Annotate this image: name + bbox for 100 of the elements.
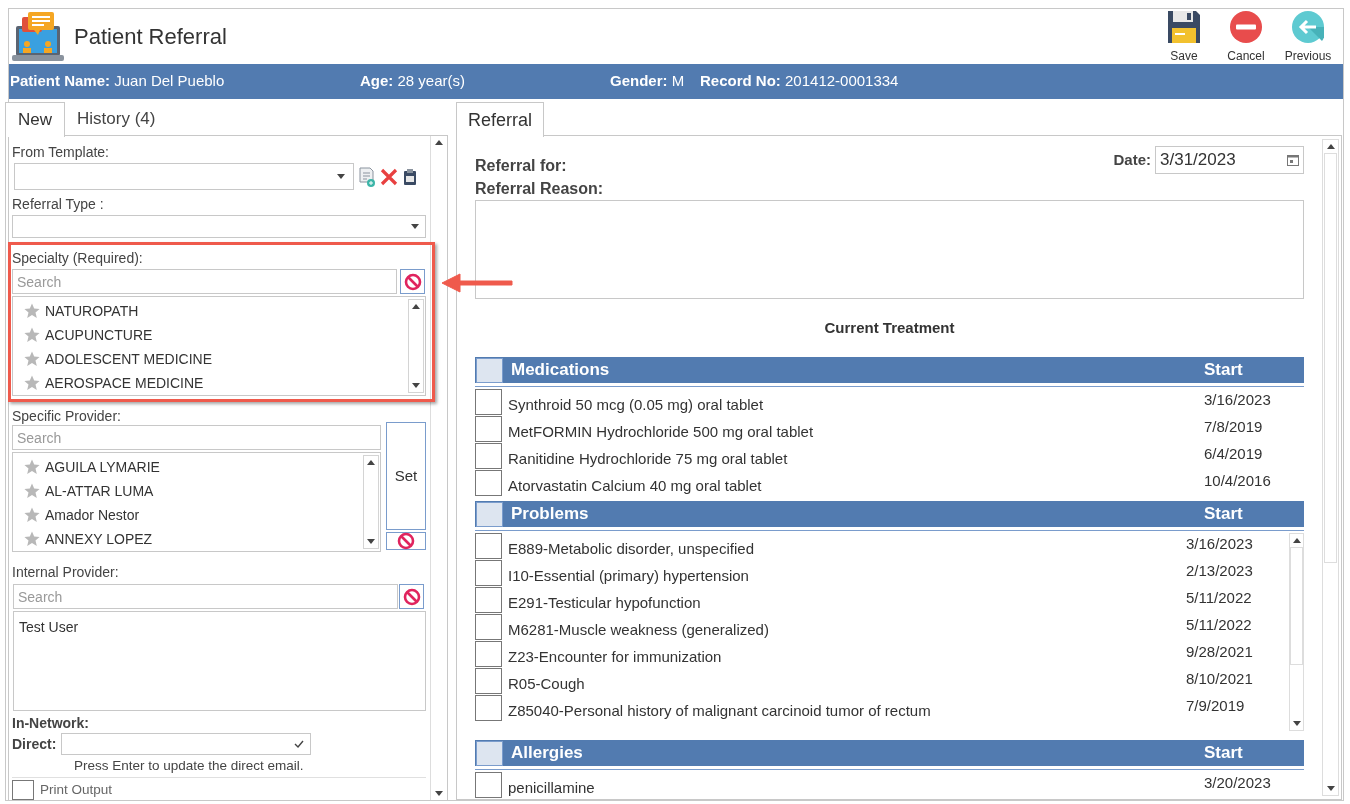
caret-icon — [337, 174, 345, 179]
scroll-down-icon — [367, 539, 375, 544]
scrollbar[interactable] — [1322, 139, 1339, 796]
internal-provider-box[interactable]: Test User — [13, 611, 426, 711]
search-field[interactable]: Search — [13, 584, 398, 609]
checkbox[interactable] — [12, 780, 34, 801]
calendar-icon — [1287, 154, 1299, 166]
field-label: Direct: — [12, 734, 57, 754]
provider-item[interactable]: AL-ATTAR LUMA — [24, 479, 363, 503]
field-label: In-Network: — [12, 715, 90, 731]
clipboard-icon[interactable] — [403, 167, 417, 186]
section-header: Problems Start — [475, 501, 1304, 530]
row-checkbox[interactable] — [475, 668, 502, 694]
document-add-icon[interactable] — [359, 166, 375, 187]
specialty-item[interactable]: NATUROPATH — [24, 299, 408, 323]
cancel-button[interactable]: Cancel — [1219, 10, 1273, 65]
row-checkbox[interactable] — [475, 641, 502, 667]
field-label: Date: — [1113, 149, 1151, 170]
clear-button[interactable] — [386, 532, 426, 550]
clear-icon — [403, 272, 422, 291]
date-text: 7/8/2019 — [1204, 418, 1264, 435]
date-text: 5/11/2022 — [1186, 616, 1253, 633]
section-header: Allergies Start — [475, 740, 1304, 769]
field-label: From Template: — [12, 144, 110, 160]
row-text: I10-Essential (primary) hypertension — [508, 567, 749, 584]
date-text: 8/10/2021 — [1186, 670, 1254, 687]
row-text: Ranitidine Hydrochloride 75 mg oral tablet — [508, 450, 788, 467]
date-text: 9/28/2021 — [1186, 643, 1254, 660]
patient-name-text: Patient Name: Juan Del Pueblo — [10, 71, 225, 92]
search-field[interactable]: Search — [12, 269, 397, 294]
tab[interactable]: New — [5, 102, 65, 137]
clear-icon — [402, 587, 421, 606]
no-entry-icon — [1230, 10, 1262, 43]
date-text: 3/16/2023 — [1204, 391, 1272, 408]
scroll-up-icon — [435, 140, 443, 145]
scroll-thumb[interactable] — [1290, 547, 1303, 665]
row-checkbox[interactable] — [475, 587, 502, 613]
direct-email-field[interactable] — [61, 733, 312, 755]
row-text: E291-Testicular hypofunction — [508, 594, 701, 611]
date-text: 3/16/2023 — [1186, 535, 1254, 552]
row-text: Z85040-Personal history of malignant carcinoid tumor of rectum — [508, 702, 931, 719]
specialty-item[interactable]: ADOLESCENT MEDICINE — [24, 347, 408, 371]
row-text: Atorvastatin Calcium 40 mg oral tablet — [508, 477, 762, 494]
row-checkbox[interactable] — [475, 470, 502, 496]
scroll-up-icon — [1326, 144, 1335, 149]
patient-record-text: Record No: 201412-0001334 — [700, 71, 899, 92]
scroll-up-icon — [412, 304, 420, 309]
hint-text: Press Enter to update the direct email. — [74, 757, 305, 775]
save-button[interactable]: Save — [1157, 10, 1211, 65]
clear-button[interactable] — [400, 269, 425, 294]
row-checkbox[interactable] — [475, 695, 502, 721]
row-checkbox[interactable] — [475, 389, 502, 415]
row-checkbox[interactable] — [475, 772, 502, 798]
field-label: Referral Type : — [12, 196, 105, 212]
field-label: Referral Reason: — [475, 179, 605, 198]
check-icon — [294, 740, 305, 748]
laptop-chat-icon — [12, 11, 64, 62]
date-text: 6/4/2019 — [1204, 445, 1264, 462]
row-text: E889-Metabolic disorder, unspecified — [508, 540, 754, 557]
row-checkbox[interactable] — [475, 533, 502, 559]
clear-button[interactable] — [399, 584, 424, 609]
header-checkbox[interactable] — [476, 501, 503, 527]
date-text: 2/13/2023 — [1186, 562, 1254, 579]
tab[interactable]: Referral — [456, 102, 545, 137]
row-checkbox[interactable] — [475, 614, 502, 640]
delete-icon[interactable] — [380, 167, 398, 186]
row-checkbox[interactable] — [475, 443, 502, 469]
list-scrollbar[interactable] — [1289, 533, 1304, 731]
list-scrollbar[interactable] — [363, 455, 379, 549]
search-field[interactable]: Search — [12, 425, 381, 450]
header-checkbox[interactable] — [476, 357, 503, 383]
set-button[interactable]: Set — [386, 422, 426, 530]
list-scrollbar[interactable] — [408, 299, 424, 393]
scroll-down-icon — [412, 383, 420, 388]
section-header: Medications Start — [475, 357, 1304, 386]
field-label: Referral for: — [475, 156, 567, 176]
previous-button[interactable]: Previous — [1281, 10, 1335, 65]
row-text: Z23-Encounter for immunization — [508, 648, 722, 665]
provider-item[interactable]: AGUILA LYMARIE — [24, 455, 363, 479]
specialty-item[interactable]: ACUPUNCTURE — [24, 323, 408, 347]
row-text: MetFORMIN Hydrochloride 500 mg oral tablet — [508, 423, 814, 440]
scroll-down-icon — [1326, 786, 1335, 791]
header-checkbox[interactable] — [476, 740, 503, 766]
row-text: penicillamine — [508, 779, 595, 796]
specialty-item[interactable]: AEROSPACE MEDICINE — [24, 371, 408, 395]
reason-field[interactable] — [475, 199, 1304, 299]
clear-icon — [397, 532, 415, 550]
date-field[interactable]: 3/31/2023 — [1155, 146, 1304, 174]
scroll-up-icon — [1292, 538, 1301, 543]
date-text: 10/4/2016 — [1204, 472, 1272, 489]
row-checkbox[interactable] — [475, 416, 502, 442]
window-title: Patient Referral — [74, 23, 227, 51]
scroll-up-icon — [367, 460, 375, 465]
scroll-thumb[interactable] — [1324, 153, 1337, 563]
section-title: Current Treatment — [824, 317, 955, 338]
provider-item[interactable]: Amador Nestor — [24, 503, 363, 527]
row-checkbox[interactable] — [475, 560, 502, 586]
date-text: 3/20/2023 — [1204, 774, 1272, 791]
provider-item[interactable]: ANNEXY LOPEZ — [24, 527, 363, 551]
caret-icon — [411, 224, 419, 229]
